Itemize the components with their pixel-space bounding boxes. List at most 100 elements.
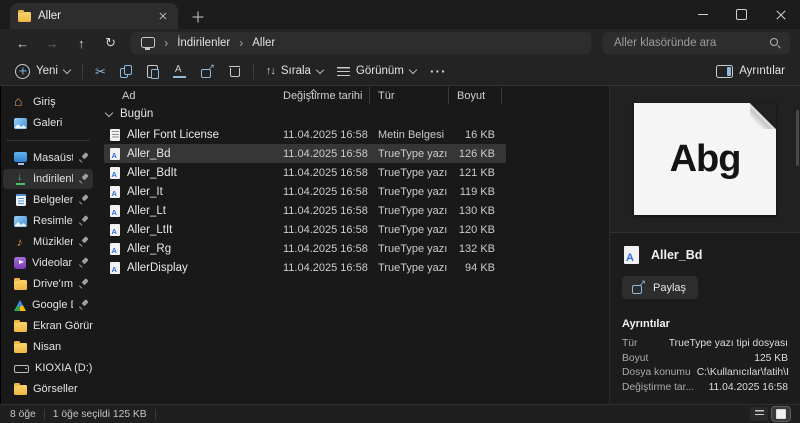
tab-aller[interactable]: Aller: [10, 3, 178, 29]
file-row[interactable]: Aller_Rg 11.04.2025 16:58 TrueType yazı …: [104, 239, 506, 258]
large-icons-view-button[interactable]: [771, 406, 791, 422]
sidebar-item-kioxia-drive[interactable]: KIOXIA (D:): [3, 358, 93, 378]
breadcrumb-item-aller[interactable]: Aller: [252, 37, 275, 49]
close-button[interactable]: [761, 0, 800, 29]
file-type-icon: [110, 261, 120, 274]
view-button[interactable]: Görünüm: [330, 61, 423, 81]
sidebar-item-videos[interactable]: Videolar: [3, 253, 93, 273]
address-bar: ← → ↑ ↻ › İndirilenler › Aller: [0, 29, 800, 57]
detail-row-modified: Değiştirme tar... 11.04.2025 16:58: [622, 381, 788, 393]
details-pane-label: Ayrıntılar: [739, 65, 785, 77]
toolbar-divider: [81, 63, 83, 79]
rename-icon: [172, 64, 187, 78]
column-header-date[interactable]: Değiştirme tarihi: [275, 87, 370, 104]
pin-icon: [79, 217, 88, 226]
view-lines-icon: [336, 66, 350, 76]
sidebar-item-google-drive[interactable]: Google Drive: [3, 295, 93, 315]
documents-icon: [15, 194, 26, 206]
sidebar-item-my-drive[interactable]: Drive'ım: [3, 274, 93, 294]
file-row[interactable]: Aller_BdIt 11.04.2025 16:58 TrueType yaz…: [104, 163, 506, 182]
command-bar: Yeni ✂ Sırala Görünüm ··· Ayrıntılar: [0, 57, 800, 86]
file-row[interactable]: AllerDisplay 11.04.2025 16:58 TrueType y…: [104, 258, 506, 277]
new-button[interactable]: Yeni: [8, 60, 77, 83]
details-pane-icon: [716, 64, 734, 78]
file-row[interactable]: Aller_It 11.04.2025 16:58 TrueType yazı …: [104, 182, 506, 201]
sidebar-item-desktop[interactable]: Masaüstü: [3, 148, 93, 168]
ellipsis-icon: ···: [429, 63, 447, 79]
file-list: Ad Değiştirme tarihi Tür Boyut Bugün All…: [96, 86, 610, 405]
forward-button[interactable]: →: [39, 31, 64, 55]
new-tab-button[interactable]: [186, 5, 210, 29]
sidebar-item-nisan[interactable]: Nisan: [3, 337, 93, 357]
sidebar-item-screenshots[interactable]: Ekran Görüntüle: [3, 316, 93, 336]
toolbar-divider: [252, 63, 254, 79]
delete-button[interactable]: [222, 61, 248, 82]
item-count: 8 öğe: [10, 408, 36, 420]
home-icon: [14, 94, 27, 109]
group-header-today[interactable]: Bugün: [104, 108, 153, 120]
sidebar-divider: [6, 140, 90, 141]
font-sample-text: Abg: [669, 137, 742, 180]
file-row-selected[interactable]: Aller_Bd 11.04.2025 16:58 TrueType yazı …: [104, 144, 506, 163]
chevron-down-icon: [408, 65, 418, 74]
column-header-name[interactable]: Ad: [104, 87, 275, 104]
search-icon: [770, 37, 781, 49]
this-pc-icon: [141, 36, 156, 50]
details-pane: Abg Aller_Bd Paylaş Ayrıntılar Tür TrueT…: [609, 86, 800, 405]
maximize-button[interactable]: [722, 0, 761, 29]
folder-icon: [18, 9, 31, 22]
file-row[interactable]: Aller Font License 11.04.2025 16:58 Meti…: [104, 125, 506, 144]
large-icons-view-icon: [776, 409, 786, 419]
up-button[interactable]: ↑: [69, 31, 94, 55]
sidebar-item-gorseller[interactable]: Görseller: [3, 379, 93, 399]
sidebar-item-music[interactable]: Müzikler: [3, 232, 93, 252]
pin-icon: [79, 280, 88, 289]
collapse-chevron-icon: [104, 108, 114, 117]
new-label: Yeni: [36, 65, 58, 77]
desktop-icon: [14, 152, 27, 165]
chevron-down-icon: [62, 65, 72, 74]
refresh-button[interactable]: ↻: [98, 31, 123, 55]
view-switcher: [750, 406, 791, 422]
sort-label: Sırala: [280, 65, 311, 77]
sort-button[interactable]: Sırala: [259, 61, 330, 81]
more-options-button[interactable]: ···: [423, 62, 454, 80]
minimize-button[interactable]: [683, 0, 722, 29]
cut-button[interactable]: ✂: [88, 61, 113, 82]
share-icon: [632, 278, 646, 294]
status-divider: [43, 409, 45, 419]
tab-bar: Aller: [0, 0, 800, 29]
folder-icon: [14, 382, 27, 395]
trash-icon: [228, 65, 241, 78]
sidebar-item-pictures[interactable]: Resimler: [3, 211, 93, 231]
pictures-icon: [14, 215, 27, 227]
file-rows: Aller Font License 11.04.2025 16:58 Meti…: [104, 125, 506, 277]
breadcrumb-item-downloads[interactable]: İndirilenler: [177, 37, 230, 49]
search-input[interactable]: [612, 36, 770, 50]
breadcrumb-separator: ›: [239, 36, 244, 50]
view-label: Görünüm: [355, 65, 404, 77]
breadcrumb[interactable]: › İndirilenler › Aller: [131, 32, 591, 54]
file-row[interactable]: Aller_LtIt 11.04.2025 16:58 TrueType yaz…: [104, 220, 506, 239]
details-view-button[interactable]: [750, 407, 768, 421]
search-box[interactable]: [603, 32, 790, 54]
details-pane-toggle[interactable]: Ayrıntılar: [709, 61, 792, 82]
rename-button[interactable]: [166, 61, 194, 82]
sidebar-item-documents[interactable]: Belgeler: [3, 190, 93, 210]
sidebar-item-downloads[interactable]: İndirilenler: [3, 169, 93, 189]
copy-button[interactable]: [113, 61, 140, 82]
sidebar-item-gallery[interactable]: Galeri: [3, 113, 93, 133]
column-header-type[interactable]: Tür: [370, 87, 449, 104]
preview-scrollbar[interactable]: [796, 110, 799, 166]
share-button[interactable]: [194, 61, 222, 82]
font-preview-thumbnail: Abg: [634, 103, 776, 215]
file-row[interactable]: Aller_Lt 11.04.2025 16:58 TrueType yazı …: [104, 201, 506, 220]
paste-button[interactable]: [140, 61, 166, 82]
column-header-size[interactable]: Boyut: [449, 87, 502, 104]
sidebar-item-home[interactable]: Giriş: [3, 92, 93, 112]
status-divider: [154, 409, 156, 419]
tab-close-icon[interactable]: [156, 9, 170, 23]
back-button[interactable]: ←: [10, 31, 35, 55]
file-type-icon: [110, 166, 120, 179]
share-button-pane[interactable]: Paylaş: [622, 276, 699, 299]
